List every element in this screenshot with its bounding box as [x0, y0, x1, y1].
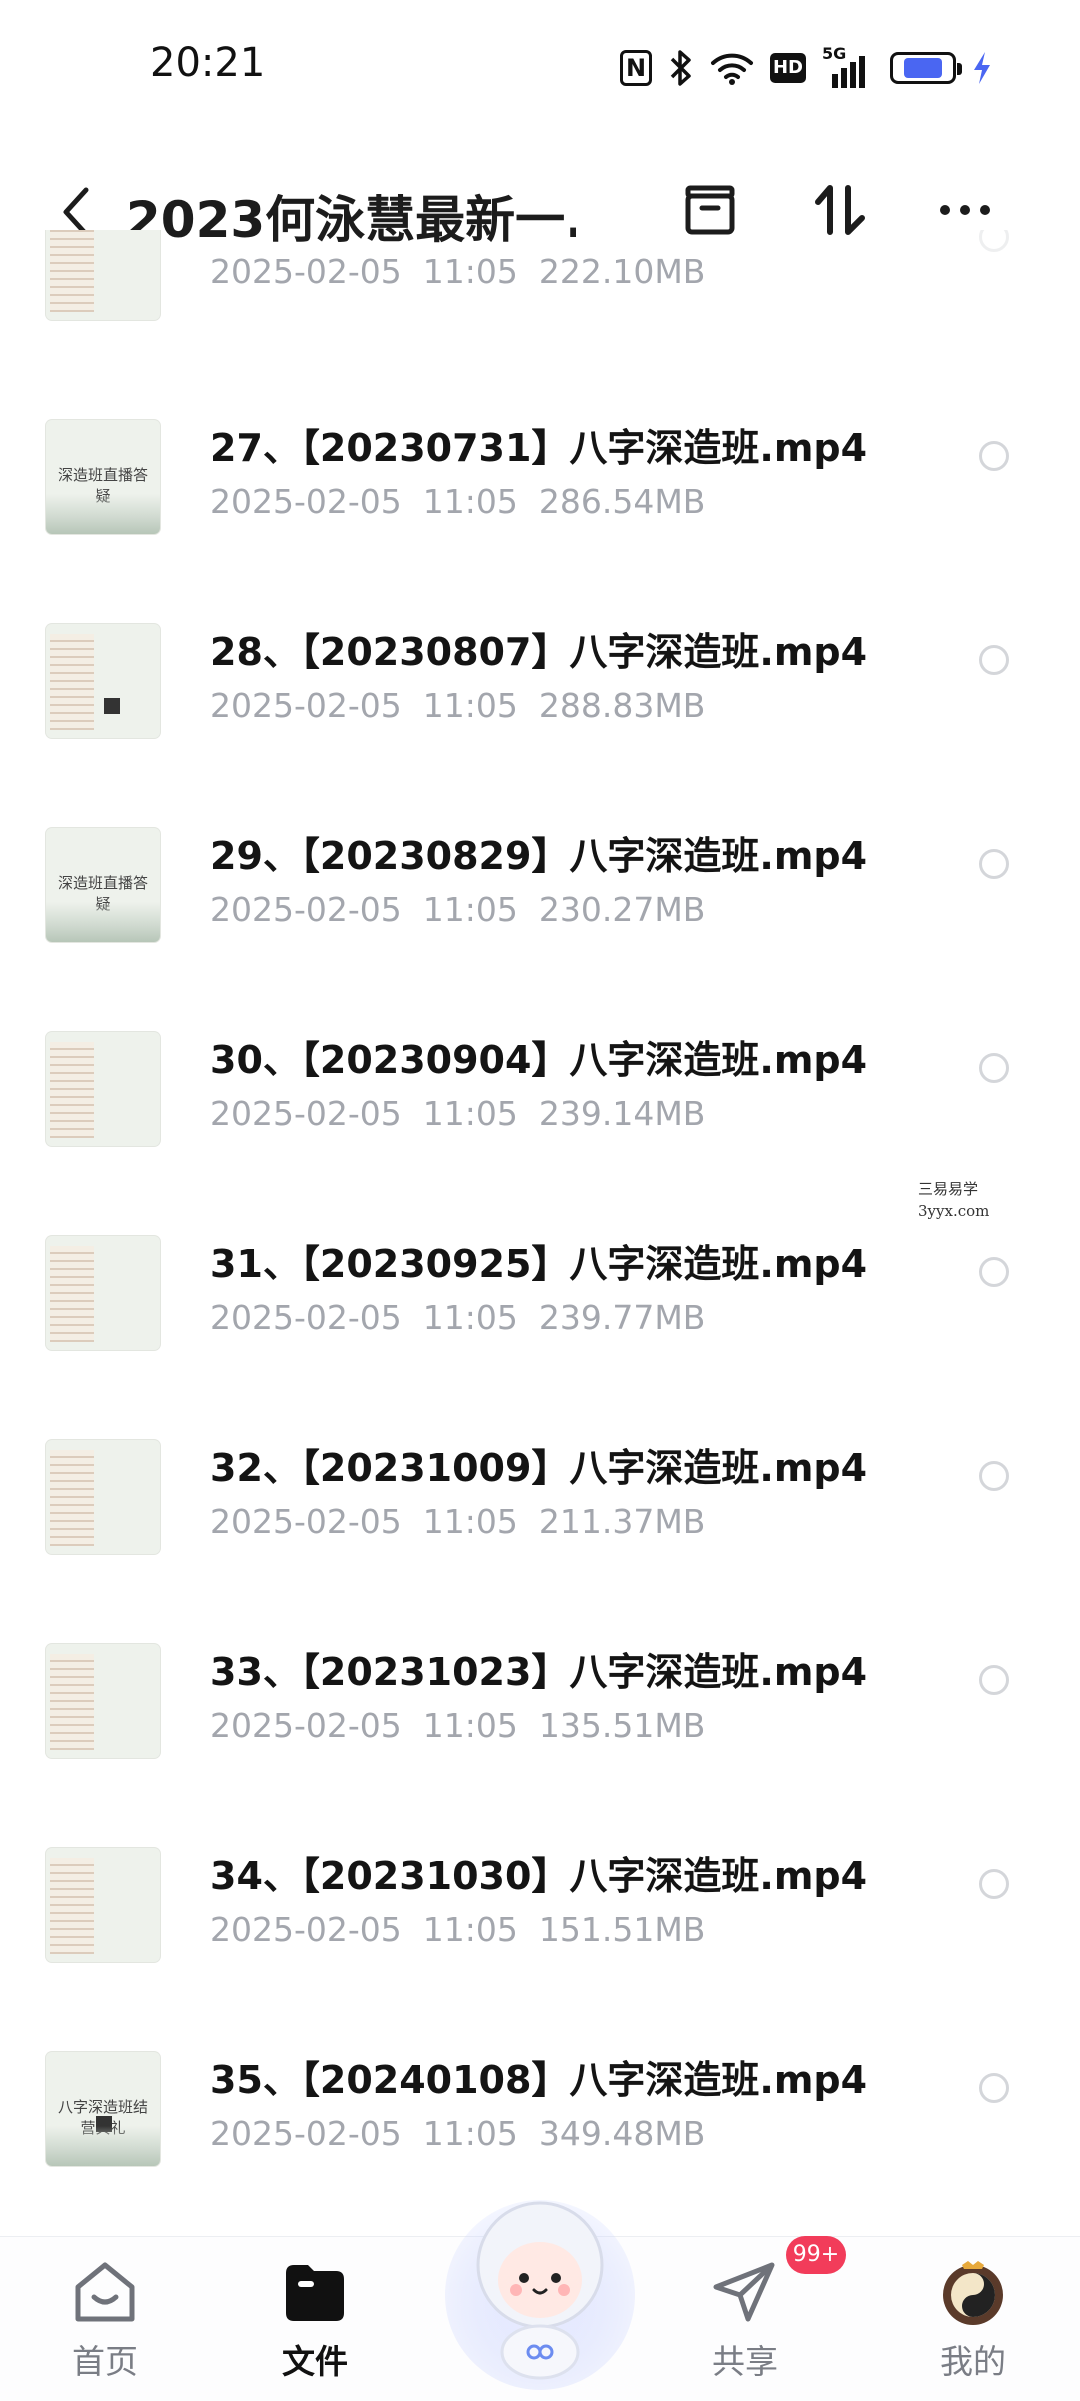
file-row[interactable]: 深造班直播答疑 29、【20230829】八字深造班.mp4 2025-02-0…: [0, 788, 1080, 992]
select-radio[interactable]: [979, 849, 1009, 879]
file-name: 33、【20231023】八字深造班.mp4: [210, 1650, 868, 1694]
tab-files-label: 文件: [282, 2342, 348, 2381]
status-icons: N HD 5G: [620, 44, 992, 92]
file-thumbnail: [46, 1848, 160, 1962]
file-name: 32、【20231009】八字深造班.mp4: [210, 1446, 868, 1490]
tab-share-label: 共享: [712, 2342, 778, 2381]
file-thumbnail: [46, 1032, 160, 1146]
file-row[interactable]: 34、【20231030】八字深造班.mp4 2025-02-05 11:05 …: [0, 1808, 1080, 2012]
select-radio[interactable]: [979, 441, 1009, 471]
tab-files[interactable]: 文件: [250, 2257, 380, 2383]
file-meta: 2025-02-05 11:05 286.54MB: [210, 482, 706, 521]
file-meta: 2025-02-05 11:05 222.10MB: [210, 252, 706, 291]
file-name: 34、【20231030】八字深造班.mp4: [210, 1854, 868, 1898]
tab-home-label: 首页: [72, 2342, 138, 2381]
send-icon: [710, 2257, 780, 2327]
file-row[interactable]: 32、【20231009】八字深造班.mp4 2025-02-05 11:05 …: [0, 1400, 1080, 1604]
file-thumbnail: 深造班直播答疑: [46, 828, 160, 942]
tab-mine[interactable]: 我的: [908, 2257, 1038, 2383]
tab-mine-label: 我的: [940, 2342, 1006, 2381]
status-bar: 20:21 N HD 5G: [0, 0, 1080, 140]
bluetooth-icon: [668, 49, 694, 87]
hd-icon: HD: [770, 53, 806, 83]
select-radio[interactable]: [979, 1665, 1009, 1695]
watermark: 三易易学 3yyx.com: [918, 1180, 990, 1220]
select-radio[interactable]: [979, 1461, 1009, 1491]
wifi-icon: [710, 50, 754, 86]
file-meta: 2025-02-05 11:05 349.48MB: [210, 2114, 706, 2153]
file-meta: 2025-02-05 11:05 211.37MB: [210, 1502, 706, 1541]
file-thumbnail: [46, 624, 160, 738]
select-radio[interactable]: [979, 1257, 1009, 1287]
avatar: [938, 2257, 1008, 2327]
file-thumbnail: [46, 230, 160, 320]
nfc-icon: N: [620, 50, 652, 86]
file-row[interactable]: 30、【20230904】八字深造班.mp4 2025-02-05 11:05 …: [0, 992, 1080, 1196]
file-meta: 2025-02-05 11:05 239.77MB: [210, 1298, 706, 1337]
file-row[interactable]: 2025-02-05 11:05 222.10MB: [0, 230, 1080, 320]
file-thumbnail: [46, 1644, 160, 1758]
select-radio[interactable]: [979, 645, 1009, 675]
select-radio[interactable]: [979, 2073, 1009, 2103]
folder-icon: [280, 2257, 350, 2327]
assistant-mascot-button[interactable]: [430, 2170, 650, 2390]
file-name: 28、【20230807】八字深造班.mp4: [210, 630, 868, 674]
select-radio[interactable]: [979, 1869, 1009, 1899]
file-row[interactable]: 八字深造班结营典礼 35、【20240108】八字深造班.mp4 2025-02…: [0, 2012, 1080, 2180]
home-icon: [70, 2257, 140, 2327]
file-meta: 2025-02-05 11:05 288.83MB: [210, 686, 706, 725]
file-thumbnail: [46, 1440, 160, 1554]
file-thumbnail: [46, 1236, 160, 1350]
mascot-icon: [445, 2200, 635, 2390]
file-row[interactable]: 深造班直播答疑 27、【20230731】八字深造班.mp4 2025-02-0…: [0, 380, 1080, 584]
file-thumbnail: 八字深造班结营典礼: [46, 2052, 160, 2166]
5g-signal-icon: 5G: [822, 44, 874, 88]
tab-share[interactable]: 共享: [680, 2257, 810, 2383]
file-name: 27、【20230731】八字深造班.mp4: [210, 426, 868, 470]
file-meta: 2025-02-05 11:05 151.51MB: [210, 1910, 706, 1949]
battery-icon: [890, 52, 962, 84]
file-name: 35、【20240108】八字深造班.mp4: [210, 2058, 868, 2102]
file-meta: 2025-02-05 11:05 230.27MB: [210, 890, 706, 929]
select-radio[interactable]: [979, 1053, 1009, 1083]
file-meta: 2025-02-05 11:05 239.14MB: [210, 1094, 706, 1133]
tab-home[interactable]: 首页: [40, 2257, 170, 2383]
file-name: 29、【20230829】八字深造班.mp4: [210, 834, 868, 878]
file-row[interactable]: 28、【20230807】八字深造班.mp4 2025-02-05 11:05 …: [0, 584, 1080, 788]
share-badge: 99+: [786, 2236, 846, 2274]
file-name: 30、【20230904】八字深造班.mp4: [210, 1038, 868, 1082]
file-thumbnail: 深造班直播答疑: [46, 420, 160, 534]
file-meta: 2025-02-05 11:05 135.51MB: [210, 1706, 706, 1745]
file-name: 31、【20230925】八字深造班.mp4: [210, 1242, 868, 1286]
charging-icon: [972, 51, 992, 85]
file-row[interactable]: 31、【20230925】八字深造班.mp4 2025-02-05 11:05 …: [0, 1196, 1080, 1400]
status-time: 20:21: [150, 40, 266, 86]
select-radio[interactable]: [979, 230, 1009, 252]
file-row[interactable]: 33、【20231023】八字深造班.mp4 2025-02-05 11:05 …: [0, 1604, 1080, 1808]
